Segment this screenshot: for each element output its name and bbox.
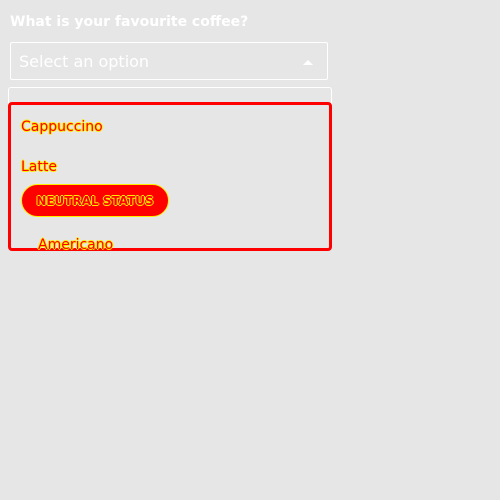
- coffee-form: What is your favourite coffee? Select an…: [0, 0, 500, 500]
- neutral-status-badge[interactable]: NEUTRAL STATUS: [21, 184, 169, 217]
- select-placeholder: Select an option: [19, 52, 150, 71]
- dropdown-menu: Cappuccino Latte NEUTRAL STATUS American…: [8, 87, 332, 254]
- option-latte[interactable]: Latte: [21, 158, 57, 176]
- coffee-select[interactable]: Select an option: [10, 42, 328, 80]
- question-label: What is your favourite coffee?: [10, 14, 249, 30]
- caret-up-icon[interactable]: [303, 60, 313, 65]
- option-americano[interactable]: Americano: [38, 236, 113, 254]
- option-cappuccino[interactable]: Cappuccino: [21, 118, 103, 136]
- status-badge-label: NEUTRAL STATUS: [36, 194, 154, 208]
- dropdown-options-panel: Cappuccino Latte NEUTRAL STATUS American…: [8, 102, 332, 254]
